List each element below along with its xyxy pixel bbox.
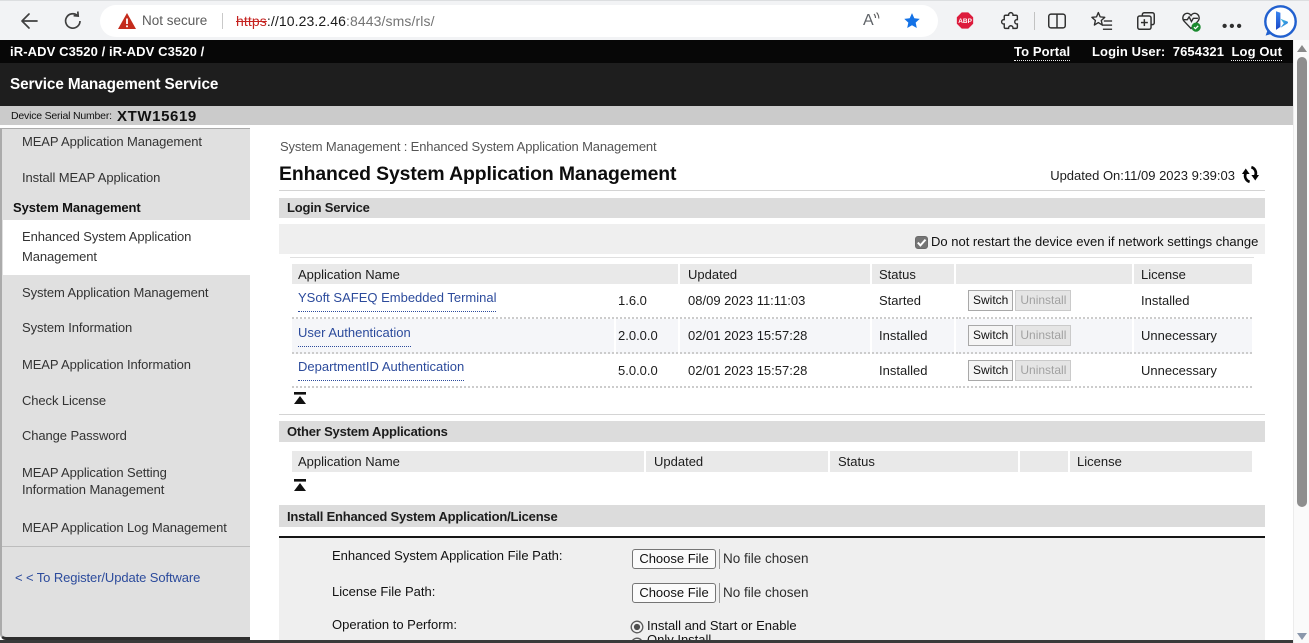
svg-text:ABP: ABP: [958, 18, 972, 25]
